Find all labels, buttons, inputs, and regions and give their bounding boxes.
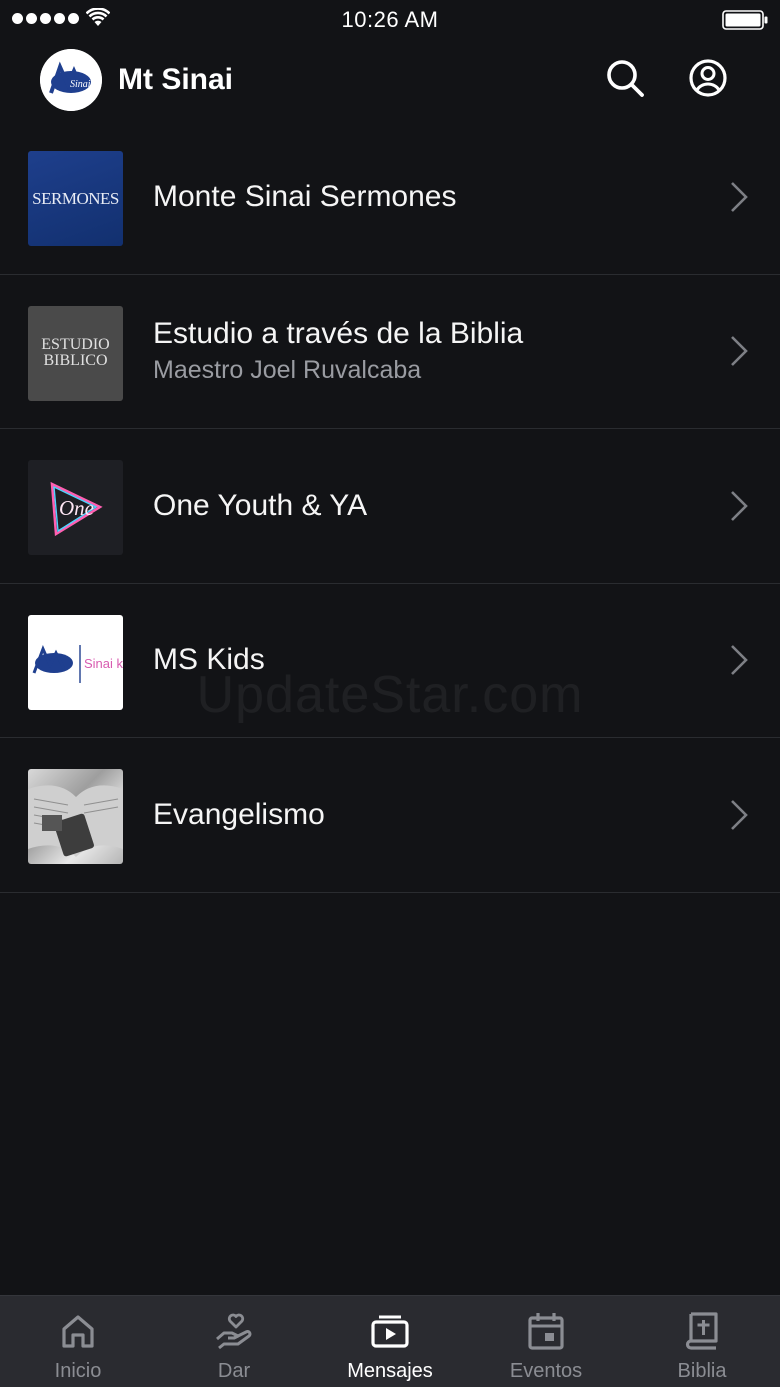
account-button[interactable] [686,56,730,100]
neon-logo-icon: One [50,481,103,537]
series-thumbnail [28,769,123,864]
tab-label: Inicio [54,1360,102,1382]
thumbnail-text: One [59,496,94,520]
app-title: Mt Sinai [118,63,234,96]
series-title: Monte Sinai Sermones [153,179,457,213]
chevron-right-icon [731,799,748,830]
series-thumbnail: ESTUDIO BIBLICO [28,305,123,401]
series-title: Evangelismo [153,797,325,831]
bottom-tab-bar: Inicio Dar Mensajes Eventos Biblia [0,1295,780,1387]
user-account-icon [689,59,727,97]
battery-icon [722,10,768,30]
home-icon [62,1315,94,1348]
tab-label: Mensajes [347,1360,433,1382]
watermark: UpdateStar.com [196,666,584,724]
series-title: Estudio a través de la Biblia [153,317,524,351]
app-screen: 10:26 AM Sinai Mt Sinai SERMONES Monte S… [0,0,780,1387]
tab-label: Eventos [509,1360,583,1382]
search-button[interactable] [603,56,647,100]
tab-dar[interactable]: Dar [156,1296,312,1387]
open-bible-image-icon [28,785,123,857]
church-logo: Sinai [40,49,102,111]
series-thumbnail: SERMONES [28,151,123,246]
thumbnail-text: ESTUDIO BIBLICO [41,336,110,369]
tab-mensajes[interactable]: Mensajes [312,1296,468,1387]
church-logo-icon: Sinai [40,49,102,111]
media-icon [371,1315,409,1348]
app-header: Sinai Mt Sinai [0,40,780,124]
chevron-right-icon [731,490,748,521]
chevron-right-icon [731,336,748,367]
bible-icon [685,1312,718,1350]
tab-label: Biblia [677,1360,727,1382]
series-row[interactable]: Evangelismo [0,738,780,893]
series-row[interactable]: One One Youth & YA [0,429,780,584]
series-subtitle: Maestro Joel Ruvalcaba [153,356,422,385]
search-icon [607,60,644,97]
status-bar: 10:26 AM [0,0,780,40]
tab-label: Dar [217,1360,251,1382]
series-title: One Youth & YA [153,488,368,522]
calendar-icon [528,1313,564,1350]
thumbnail-text: SERMONES [32,188,119,208]
series-thumbnail: One [28,460,123,555]
series-list: SERMONES Monte Sinai Sermones ESTUDIO BI… [0,120,780,893]
status-time: 10:26 AM [341,7,439,32]
tab-eventos[interactable]: Eventos [468,1296,624,1387]
series-row[interactable]: SERMONES Monte Sinai Sermones [0,120,780,275]
series-row[interactable]: ESTUDIO BIBLICO Estudio a través de la B… [0,275,780,429]
tab-biblia[interactable]: Biblia [624,1296,780,1387]
chevron-right-icon [731,181,748,212]
tab-inicio[interactable]: Inicio [0,1296,156,1387]
logo-text: Sinai [70,79,91,90]
give-icon [216,1313,252,1350]
